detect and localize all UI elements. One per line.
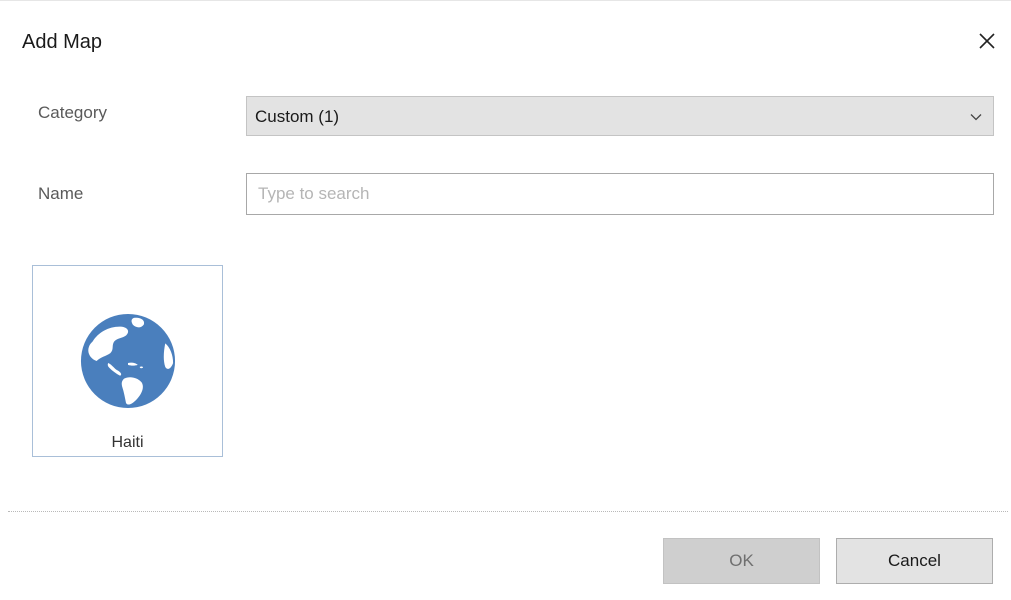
footer-divider — [8, 511, 1008, 512]
category-selected-value: Custom (1) — [255, 107, 340, 126]
close-icon — [979, 33, 995, 49]
name-label: Name — [38, 184, 84, 203]
cancel-button[interactable]: Cancel — [836, 538, 993, 584]
dialog-title: Add Map — [22, 31, 103, 53]
ok-button[interactable]: OK — [663, 538, 820, 584]
category-select[interactable]: Custom (1) — [246, 96, 994, 136]
name-search-input[interactable] — [246, 173, 994, 215]
chevron-down-icon — [970, 114, 982, 121]
close-button[interactable] — [972, 26, 1002, 56]
map-tile-label: Haiti — [111, 434, 144, 451]
globe-icon — [80, 313, 176, 409]
add-map-dialog: Add Map Category Custom (1) Name Type to… — [0, 0, 1011, 600]
category-label: Category — [38, 103, 107, 122]
map-tile-haiti[interactable]: Haiti — [32, 265, 223, 457]
